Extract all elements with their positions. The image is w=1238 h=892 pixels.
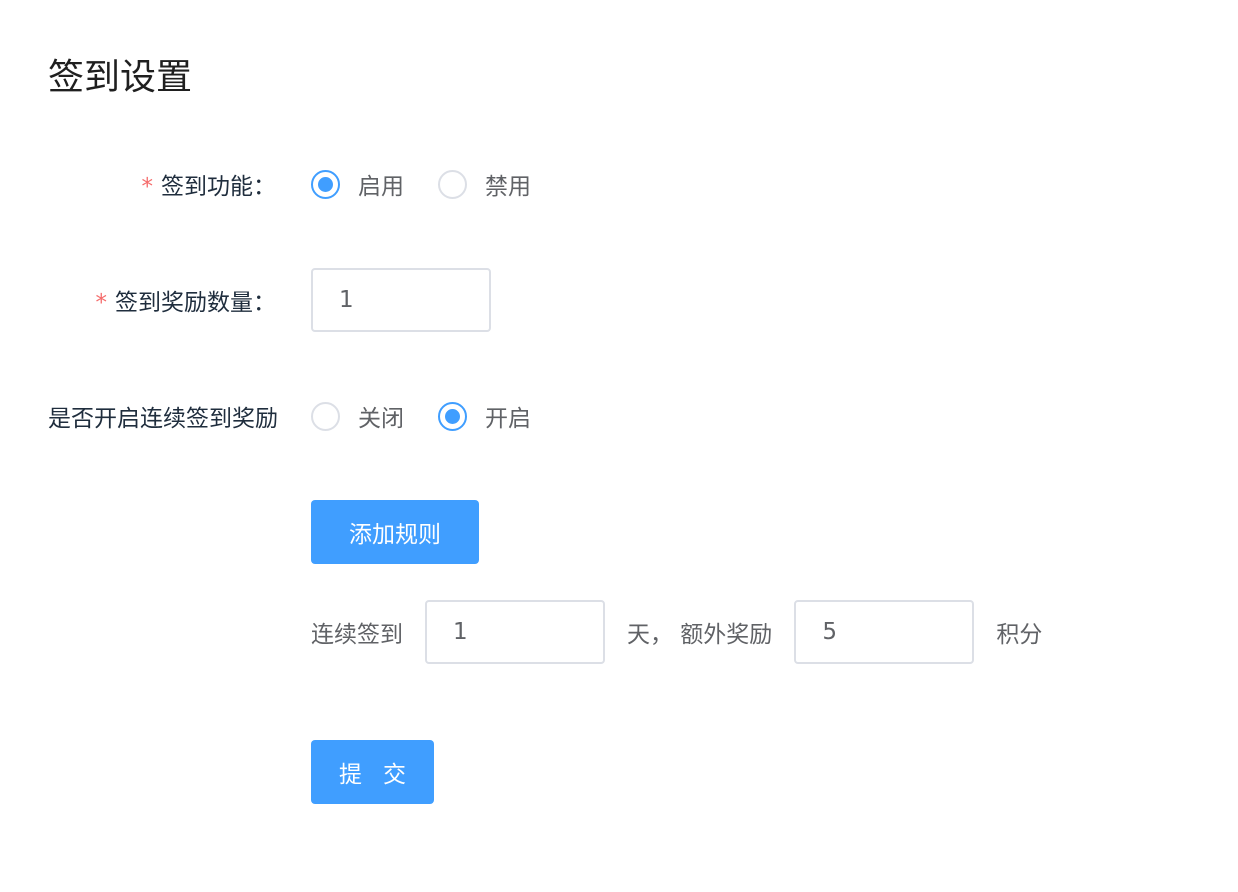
reward-amount-content [311, 268, 491, 332]
continuous-reward-label: 是否开启连续签到奖励 [48, 406, 278, 432]
add-rule-button[interactable]: 添加规则 [311, 500, 479, 564]
checkin-feature-options: 启用 禁用 [311, 152, 565, 216]
rule-suffix: 积分 [996, 622, 1043, 648]
reward-amount-input[interactable] [311, 268, 491, 332]
add-rule-row: 添加规则 [0, 500, 1238, 564]
radio-on-indicator[interactable] [438, 401, 467, 431]
rule-middle-text: 天， 额外奖励 [627, 622, 773, 648]
checkin-settings-page: 签到设置 * 签到功能： 启用 禁用 * 签到奖励数量： 是否开启连续签到奖励 [0, 0, 1238, 892]
reward-amount-row: * 签到奖励数量： [0, 268, 1238, 332]
checkin-feature-label: * 签到功能： [0, 167, 290, 201]
radio-disable-indicator[interactable] [438, 169, 467, 199]
rule-days-input[interactable] [425, 600, 605, 664]
radio-enable-indicator[interactable] [311, 169, 340, 199]
radio-disable-label[interactable]: 禁用 [485, 167, 531, 201]
checkin-feature-row: * 签到功能： 启用 禁用 [0, 152, 1238, 216]
rule-row: 连续签到 天， 额外奖励 积分 [0, 600, 1238, 664]
radio-off[interactable]: 关闭 [311, 399, 404, 433]
radio-disable[interactable]: 禁用 [438, 167, 531, 201]
submit-content: 提 交 [311, 740, 434, 804]
reward-amount-label: * 签到奖励数量： [0, 283, 290, 317]
rule-points-input[interactable] [794, 600, 975, 664]
rule-prefix: 连续签到 [311, 622, 403, 648]
reward-amount-label-text: 签到奖励数量： [115, 290, 276, 316]
required-mark: * [141, 174, 154, 200]
radio-enable[interactable]: 启用 [311, 167, 404, 201]
radio-on-label[interactable]: 开启 [485, 399, 531, 433]
checkin-feature-label-text: 签到功能： [161, 174, 276, 200]
continuous-reward-options: 关闭 开启 [311, 384, 565, 448]
radio-off-label[interactable]: 关闭 [358, 399, 404, 433]
required-mark: * [95, 290, 108, 316]
submit-button[interactable]: 提 交 [311, 740, 434, 804]
rule-content: 连续签到 天， 额外奖励 积分 [311, 600, 1042, 664]
radio-on[interactable]: 开启 [438, 399, 531, 433]
submit-row: 提 交 [0, 740, 1238, 804]
add-rule-content: 添加规则 [311, 500, 479, 564]
continuous-reward-row: 是否开启连续签到奖励 关闭 开启 [0, 384, 1238, 448]
radio-enable-label[interactable]: 启用 [358, 167, 404, 201]
radio-off-indicator[interactable] [311, 401, 340, 431]
page-title: 签到设置 [48, 57, 193, 98]
